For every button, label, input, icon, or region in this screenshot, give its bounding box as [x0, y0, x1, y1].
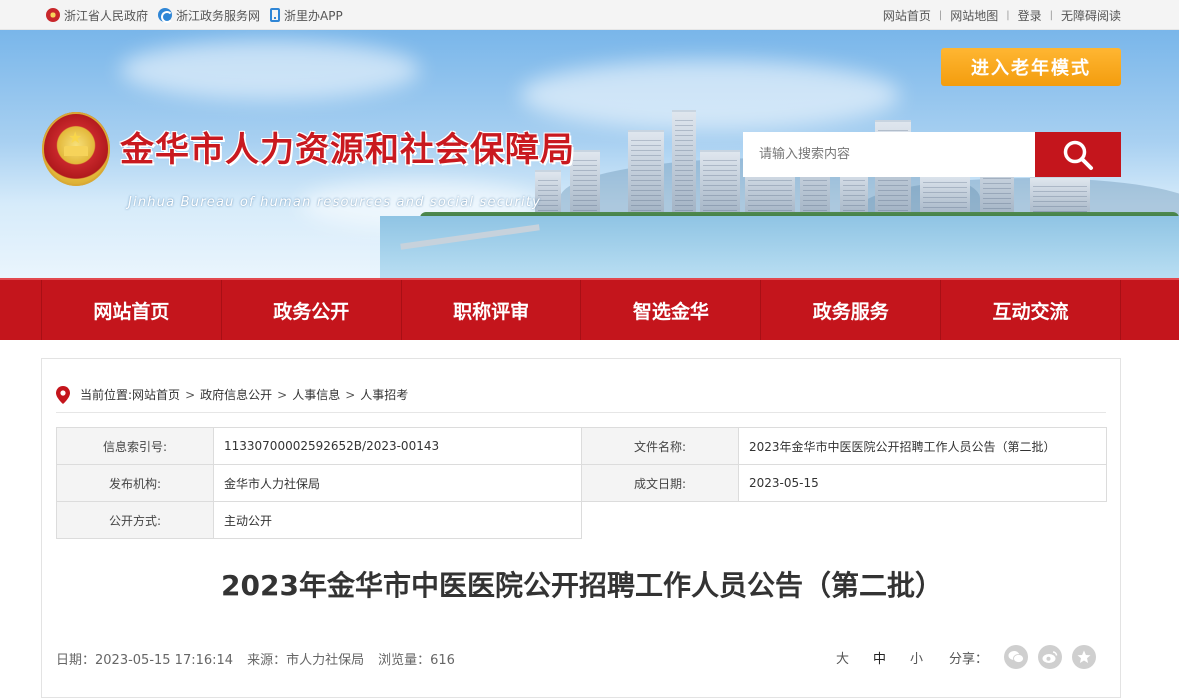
link-label: 浙里办APP [284, 8, 343, 23]
breadcrumb-item-gov-info[interactable]: 政府信息公开 [200, 386, 272, 403]
elder-mode-button[interactable]: 进入老年模式 [941, 48, 1121, 86]
wechat-icon[interactable] [1004, 645, 1028, 669]
breadcrumb-label: 当前位置: [80, 388, 133, 402]
share-label: 分享： [948, 651, 988, 667]
link-accessibility[interactable]: 无障碍阅读 [1061, 7, 1121, 24]
table-row: 信息索引号: 11330700002592652B/2023-00143 文件名… [56, 427, 1107, 465]
link-home[interactable]: 网站首页 [883, 7, 931, 24]
article-views: 浏览量：616 [378, 653, 455, 668]
cloud-decoration [120, 40, 420, 100]
meta-value: 主动公开 [213, 501, 582, 539]
search-button[interactable] [1035, 132, 1121, 177]
site-title: 金华市人力资源和社会保障局 [120, 130, 575, 170]
link-sitemap[interactable]: 网站地图 [950, 7, 998, 24]
link-zhejiang-service[interactable]: 浙江政务服务网 [158, 7, 260, 24]
national-emblem-icon [46, 8, 60, 22]
building-decoration [700, 150, 740, 220]
mobile-phone-icon [270, 8, 281, 22]
nav-item-home[interactable]: 网站首页 [42, 280, 222, 340]
link-label: 浙江省人民政府 [64, 8, 149, 23]
search-icon [1063, 140, 1093, 170]
top-links-right: 网站首页 | 网站地图 | 登录 | 无障碍阅读 [883, 0, 1121, 30]
breadcrumb-separator: > [345, 387, 356, 402]
nav-item-smart-jinhua[interactable]: 智选金华 [581, 280, 762, 340]
article-info: 日期：2023-05-15 17:16:14 来源：市人力社保局 浏览量：616 [56, 649, 455, 668]
article-title: 2023年金华市中医医院公开招聘工作人员公告（第二批） [221, 569, 943, 602]
breadcrumb-separator: > [185, 387, 196, 402]
top-links-left: 浙江省人民政府 浙江政务服务网 浙里办APP [46, 0, 349, 30]
breadcrumb-separator: > [277, 387, 288, 402]
cloud-decoration [520, 60, 900, 130]
nav-item-interaction[interactable]: 互动交流 [941, 280, 1120, 340]
nav-item-gov-services[interactable]: 政务服务 [761, 280, 942, 340]
meta-key: 发布机构: [56, 464, 214, 502]
font-size-small-button[interactable]: 小 [910, 648, 923, 667]
site-title-english: Jinhua Bureau of human resources and soc… [128, 195, 542, 210]
header-banner: ★ 金华市人力资源和社会保障局 Jinhua Bureau of human r… [0, 30, 1179, 278]
breadcrumb-item-recruitment[interactable]: 人事招考 [360, 386, 408, 403]
search-bar [743, 132, 1121, 177]
meta-key: 成文日期: [581, 464, 739, 502]
top-bar: 浙江省人民政府 浙江政务服务网 浙里办APP 网站首页 | 网站地图 | 登录 … [0, 0, 1179, 30]
meta-key: 公开方式: [56, 501, 214, 539]
font-size-large-button[interactable]: 大 [836, 648, 849, 667]
document-meta-table: 信息索引号: 11330700002592652B/2023-00143 文件名… [56, 427, 1107, 539]
main-nav: 网站首页 政务公开 职称评审 智选金华 政务服务 互动交流 [0, 278, 1179, 340]
article-panel: 当前位置: 网站首页 > 政府信息公开 > 人事信息 > 人事招考 信息索引号:… [41, 358, 1121, 698]
breadcrumb-item-personnel-info[interactable]: 人事信息 [292, 386, 340, 403]
meta-key: 文件名称: [581, 427, 739, 465]
article-source: 来源：市人力社保局 [247, 653, 365, 668]
building-decoration [628, 130, 664, 220]
font-size-medium-button[interactable]: 中 [873, 648, 886, 667]
breadcrumb: 当前位置: 网站首页 > 政府信息公开 > 人事信息 > 人事招考 [56, 383, 1106, 413]
weibo-icon[interactable] [1038, 645, 1062, 669]
link-label: 浙江政务服务网 [176, 8, 261, 23]
link-zheliban-app[interactable]: 浙里办APP [270, 7, 343, 24]
link-zhejiang-gov[interactable]: 浙江省人民政府 [46, 7, 148, 24]
meta-key: 信息索引号: [56, 427, 214, 465]
nav-item-gov-affairs[interactable]: 政务公开 [222, 280, 402, 340]
meta-value: 2023年金华市中医医院公开招聘工作人员公告（第二批） [738, 427, 1107, 465]
article-date: 日期：2023-05-15 17:16:14 [56, 653, 234, 668]
breadcrumb-item-home[interactable]: 网站首页 [132, 386, 180, 403]
gov-service-icon [158, 8, 174, 23]
article-tools: 大 中 小 分享： [824, 645, 1096, 669]
meta-value: 2023-05-15 [738, 464, 1107, 502]
nav-item-title-review[interactable]: 职称评审 [402, 280, 582, 340]
national-emblem-logo: ★ [42, 112, 110, 186]
link-login[interactable]: 登录 [1018, 7, 1042, 24]
river-decoration [380, 216, 1179, 278]
table-row: 发布机构: 金华市人力社保局 成文日期: 2023-05-15 [56, 464, 1107, 502]
table-row: 公开方式: 主动公开 [56, 501, 1107, 539]
divider: | [938, 9, 943, 21]
location-pin-icon [56, 385, 70, 404]
meta-value: 金华市人力社保局 [213, 464, 582, 502]
divider: | [1049, 9, 1053, 21]
favorite-icon[interactable] [1072, 645, 1096, 669]
search-input[interactable] [743, 132, 1035, 177]
building-decoration [672, 110, 696, 220]
meta-value: 11330700002592652B/2023-00143 [213, 427, 582, 465]
divider: | [1006, 9, 1010, 21]
